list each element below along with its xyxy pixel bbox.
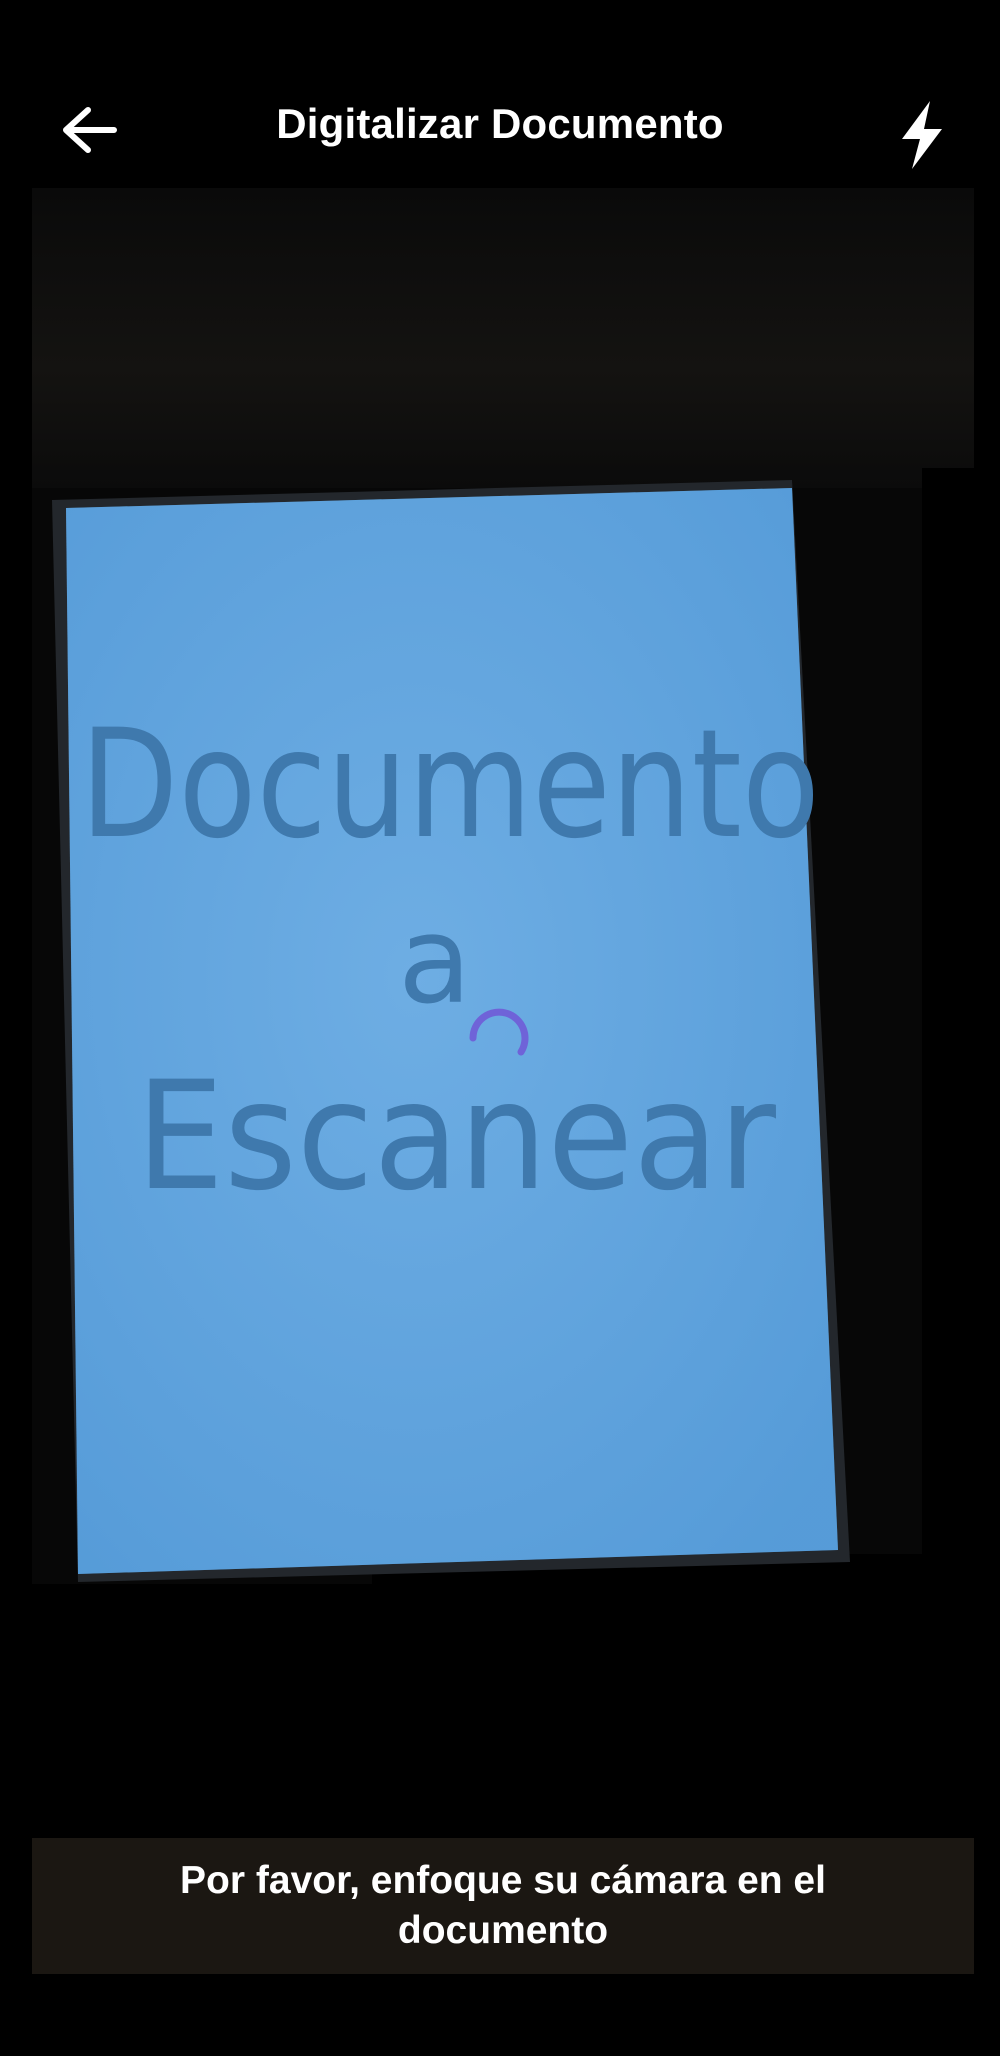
- document-in-view: Documento a Escanear: [32, 188, 974, 1584]
- page-title: Digitalizar Documento: [276, 100, 724, 147]
- top-bar: Digitalizar Documento: [0, 60, 1000, 190]
- instruction-banner: Por favor, enfoque su cámara en el docum…: [32, 1838, 974, 1974]
- instruction-text: Por favor, enfoque su cámara en el docum…: [180, 1859, 826, 1952]
- flash-icon: [896, 99, 948, 176]
- flash-button[interactable]: [882, 92, 962, 182]
- camera-preview[interactable]: Documento a Escanear: [32, 188, 974, 1584]
- document-text-line1: Documento: [80, 698, 820, 872]
- loading-spinner-icon: [455, 990, 543, 1078]
